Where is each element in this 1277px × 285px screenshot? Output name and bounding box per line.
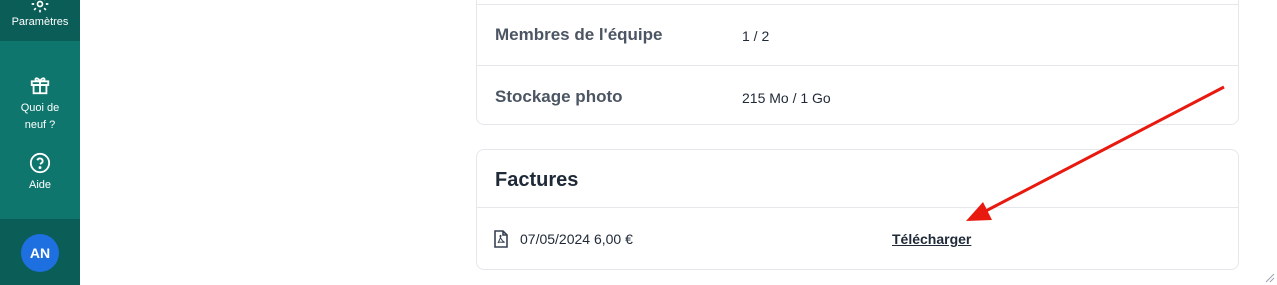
invoices-card: Factures 07/05/2024 6,00 € Télécharger — [476, 149, 1239, 270]
pdf-file-icon — [494, 230, 508, 248]
sidebar-item-label: Quoi de neuf ? — [20, 102, 60, 131]
invoices-title: Factures — [495, 169, 579, 191]
invoice-row: 07/05/2024 6,00 € Télécharger — [477, 207, 1238, 270]
help-circle-icon — [29, 152, 51, 174]
sidebar-item-aide[interactable]: Aide — [0, 152, 80, 194]
sidebar: Paramètres Quoi de neuf ? Aide AN — [0, 0, 80, 285]
usage-card: Membres de l'équipe 1 / 2 Stockage photo… — [476, 0, 1239, 125]
user-menu: AN — [0, 219, 80, 285]
gear-icon — [31, 0, 49, 13]
usage-value: 215 Mo / 1 Go — [742, 90, 831, 106]
usage-label: Membres de l'équipe — [495, 25, 663, 44]
gift-icon — [30, 77, 50, 95]
usage-row-storage: Stockage photo 215 Mo / 1 Go — [477, 65, 1238, 125]
download-invoice-link[interactable]: Télécharger — [892, 231, 971, 247]
usage-value: 1 / 2 — [742, 28, 770, 44]
resize-handle-icon[interactable] — [1265, 273, 1275, 283]
usage-row-members: Membres de l'équipe 1 / 2 — [477, 4, 1238, 65]
usage-label: Stockage photo — [495, 87, 623, 106]
sidebar-item-quoi-de-neuf[interactable]: Quoi de neuf ? — [0, 74, 80, 134]
sidebar-item-label: Paramètres — [11, 16, 69, 28]
invoice-date-amount: 07/05/2024 6,00 € — [520, 231, 633, 247]
avatar[interactable]: AN — [21, 234, 59, 272]
sidebar-item-parametres[interactable]: Paramètres — [0, 0, 80, 41]
sidebar-item-label: Aide — [28, 179, 52, 191]
